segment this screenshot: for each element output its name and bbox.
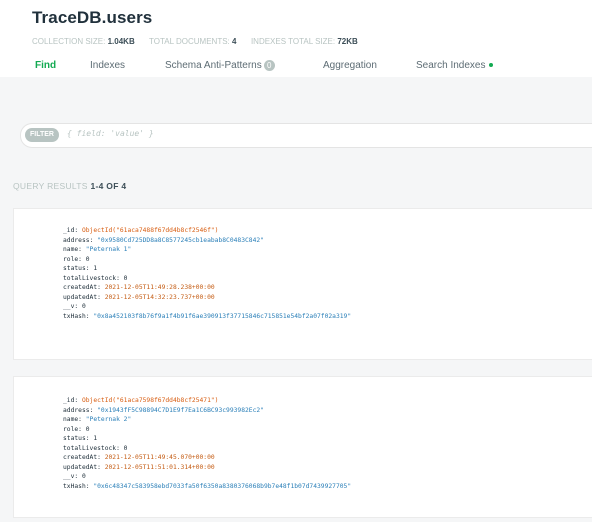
field-value: "0x6c48347c583958ebd7033fa50f6350a838037… — [93, 482, 352, 490]
tab-aggregation[interactable]: Aggregation — [323, 60, 377, 71]
tab-search-indexes[interactable]: Search Indexes — [416, 60, 493, 71]
field-key: address: — [63, 406, 94, 414]
tab-schema-anti-patterns-label: Schema Anti-Patterns — [165, 60, 262, 72]
field-row-name: name: "Peternak 2" — [63, 415, 351, 425]
field-value: 0 — [81, 303, 86, 310]
collection-tabs: Find Indexes Schema Anti-Patterns 0 Aggre… — [0, 55, 592, 77]
tab-indexes[interactable]: Indexes — [90, 60, 125, 71]
collection-stats: COLLECTION SIZE: 1.04KB TOTAL DOCUMENTS:… — [32, 37, 358, 46]
field-key: name: — [63, 246, 82, 253]
field-row-created-at: createdAt: 2021-12-05T11:49:45.070+00:00 — [63, 453, 351, 463]
field-row-total-livestock: totalLivestock: 0 — [63, 444, 351, 454]
field-key: status: — [63, 265, 90, 272]
field-key: txHash: — [63, 312, 90, 320]
field-value: "0x9580Cd725DD8a8C8577245cb1eabab8C0483C… — [97, 236, 264, 244]
status-dot-icon — [488, 63, 493, 68]
total-documents-label: TOTAL DOCUMENTS: — [149, 37, 230, 46]
field-value: 2021-12-05T11:49:28.238+00:00 — [104, 284, 215, 291]
field-row-version: __v: 0 — [63, 472, 351, 482]
field-value: 1 — [93, 265, 98, 272]
tab-search-indexes-label: Search Indexes — [416, 60, 486, 71]
collection-title: TraceDB.users — [32, 8, 153, 27]
document-card[interactable]: _id: ObjectId("61aca7488f67dd4b8cf2546f"… — [13, 208, 592, 360]
field-key: createdAt: — [63, 284, 101, 291]
field-row-updated-at: updatedAt: 2021-12-05T11:51:01.314+00:00 — [63, 463, 351, 473]
field-key: address: — [63, 236, 94, 244]
query-toolbar — [0, 77, 592, 117]
query-results-title: QUERY RESULTS — [13, 181, 88, 191]
field-value: 0 — [85, 425, 90, 433]
field-value: 0 — [81, 473, 86, 480]
field-value: ObjectId("61aca7488f67dd4b8cf2546f") — [81, 227, 219, 234]
anti-patterns-count-badge: 0 — [263, 60, 275, 71]
tab-schema-anti-patterns[interactable]: Schema Anti-Patterns 0 — [165, 60, 275, 71]
query-results-count: 1-4 OF 4 — [90, 181, 127, 191]
field-value: "0x1943fF5C98894C7D1E9f7Ea1C6BC93c993982… — [97, 406, 264, 414]
query-results-label: QUERY RESULTS 1-4 OF 4 — [13, 181, 126, 191]
field-row-tx-hash: txHash: "0x6c48347c583958ebd7033fa50f635… — [63, 482, 351, 492]
field-value: "Peternak 1" — [85, 246, 132, 253]
field-key: name: — [63, 416, 82, 423]
field-value: 0 — [123, 444, 128, 452]
field-key: _id: — [63, 397, 79, 404]
field-key: updatedAt: — [63, 463, 101, 471]
document-card[interactable]: _id: ObjectId("61aca7598f67dd4b8cf25471"… — [13, 376, 592, 518]
total-documents-value: 4 — [232, 37, 237, 46]
field-key: __v: — [63, 303, 79, 310]
indexes-size-value: 72KB — [337, 37, 358, 46]
collection-header: TraceDB.users COLLECTION SIZE: 1.04KB TO… — [0, 0, 592, 77]
field-value: "0x8a452103f8b76f9a1f4b91f6ae390913f3771… — [93, 312, 352, 320]
collection-size-label: COLLECTION SIZE: — [32, 37, 106, 46]
collection-size-value: 1.04KB — [107, 37, 135, 46]
field-value: 0 — [85, 255, 90, 263]
field-row-updated-at: updatedAt: 2021-12-05T14:32:23.737+00:00 — [63, 293, 351, 303]
field-value: ObjectId("61aca7598f67dd4b8cf25471") — [81, 397, 219, 404]
field-key: totalLivestock: — [63, 444, 120, 452]
field-value: 1 — [93, 435, 98, 442]
field-value: 0 — [123, 274, 128, 282]
filter-bar: FILTER { field: 'value' } — [20, 123, 592, 148]
field-row-role: role: 0 — [63, 255, 351, 265]
field-row-id: _id: ObjectId("61aca7488f67dd4b8cf2546f"… — [63, 226, 351, 236]
field-key: role: — [63, 425, 82, 433]
field-key: status: — [63, 435, 90, 442]
filter-input[interactable]: { field: 'value' } — [67, 129, 154, 138]
field-key: txHash: — [63, 482, 90, 490]
field-row-total-livestock: totalLivestock: 0 — [63, 274, 351, 284]
field-row-tx-hash: txHash: "0x8a452103f8b76f9a1f4b91f6ae390… — [63, 312, 351, 322]
field-row-role: role: 0 — [63, 425, 351, 435]
indexes-size-label: INDEXES TOTAL SIZE: — [250, 37, 336, 46]
field-key: __v: — [63, 473, 79, 480]
field-value: 2021-12-05T14:32:23.737+00:00 — [104, 293, 215, 301]
field-value: 2021-12-05T11:49:45.070+00:00 — [104, 454, 215, 461]
field-row-status: status: 1 — [63, 434, 351, 444]
field-key: updatedAt: — [63, 293, 101, 301]
field-row-name: name: "Peternak 1" — [63, 245, 351, 255]
field-row-id: _id: ObjectId("61aca7598f67dd4b8cf25471"… — [63, 396, 351, 406]
field-row-status: status: 1 — [63, 264, 351, 274]
field-value: 2021-12-05T11:51:01.314+00:00 — [104, 463, 215, 471]
field-row-version: __v: 0 — [63, 302, 351, 312]
document-fields: _id: ObjectId("61aca7598f67dd4b8cf25471"… — [63, 396, 351, 491]
tab-find[interactable]: Find — [35, 60, 56, 71]
field-row-created-at: createdAt: 2021-12-05T11:49:28.238+00:00 — [63, 283, 351, 293]
field-key: role: — [63, 255, 82, 263]
field-row-address: address: "0x1943fF5C98894C7D1E9f7Ea1C6BC… — [63, 406, 351, 416]
filter-button[interactable]: FILTER — [25, 128, 59, 142]
document-fields: _id: ObjectId("61aca7488f67dd4b8cf2546f"… — [63, 226, 351, 321]
field-value: "Peternak 2" — [85, 416, 132, 423]
field-key: _id: — [63, 227, 79, 234]
field-key: totalLivestock: — [63, 274, 120, 282]
field-row-address: address: "0x9580Cd725DD8a8C8577245cb1eab… — [63, 236, 351, 246]
field-key: createdAt: — [63, 454, 101, 461]
